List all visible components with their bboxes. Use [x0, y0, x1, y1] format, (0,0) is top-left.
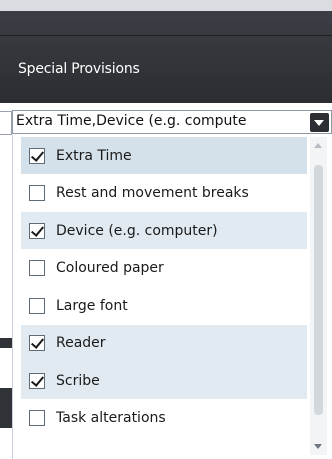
option-row[interactable]: Large font [21, 287, 307, 324]
header-divider [0, 35, 332, 36]
option-row[interactable]: Extra Time [21, 137, 307, 174]
panel-title: Special Provisions [18, 61, 140, 77]
option-label: Task alterations [56, 410, 166, 426]
option-label: Large font [56, 297, 128, 314]
option-label: Rest and movement breaks [56, 185, 249, 201]
left-dark-band [0, 388, 12, 428]
option-row[interactable]: Task alterations [21, 400, 307, 437]
window-top-strip [0, 0, 332, 11]
scroll-up-arrow-icon[interactable] [310, 137, 327, 154]
options-dropdown-list: Extra Time Rest and movement breaks Device… [12, 135, 332, 459]
option-row[interactable]: Scribe [21, 362, 307, 399]
checkbox-checked-icon[interactable] [29, 372, 45, 389]
option-row[interactable]: Device (e.g. computer) [21, 212, 307, 249]
checkbox-unchecked-icon[interactable] [29, 185, 45, 201]
chevron-down-icon[interactable] [310, 113, 329, 132]
option-label: Scribe [56, 372, 100, 389]
checkbox-checked-icon[interactable] [29, 335, 45, 351]
option-row[interactable]: Coloured paper [21, 250, 307, 287]
special-provisions-select[interactable]: Extra Time,Device (e.g. compute [12, 110, 332, 134]
checkbox-checked-icon[interactable] [29, 222, 45, 239]
left-background-pane [0, 103, 12, 459]
option-label: Extra Time [56, 147, 132, 164]
option-label: Coloured paper [56, 260, 164, 276]
checkbox-unchecked-icon[interactable] [29, 260, 45, 276]
option-label: Reader [56, 335, 106, 351]
checkbox-unchecked-icon[interactable] [29, 297, 45, 314]
option-label: Device (e.g. computer) [56, 222, 218, 239]
left-field-edge [0, 111, 12, 135]
panel-header: Special Provisions [0, 11, 332, 103]
scrollbar[interactable] [310, 137, 327, 455]
left-dark-band [0, 338, 12, 348]
checkbox-unchecked-icon[interactable] [29, 410, 45, 426]
checkbox-checked-icon[interactable] [29, 147, 45, 164]
option-row[interactable]: Rest and movement breaks [21, 175, 307, 212]
option-row[interactable]: Reader [21, 324, 307, 362]
scroll-down-arrow-icon[interactable] [310, 438, 327, 455]
scrollbar-thumb[interactable] [314, 165, 323, 415]
select-current-value: Extra Time,Device (e.g. compute [16, 113, 247, 129]
